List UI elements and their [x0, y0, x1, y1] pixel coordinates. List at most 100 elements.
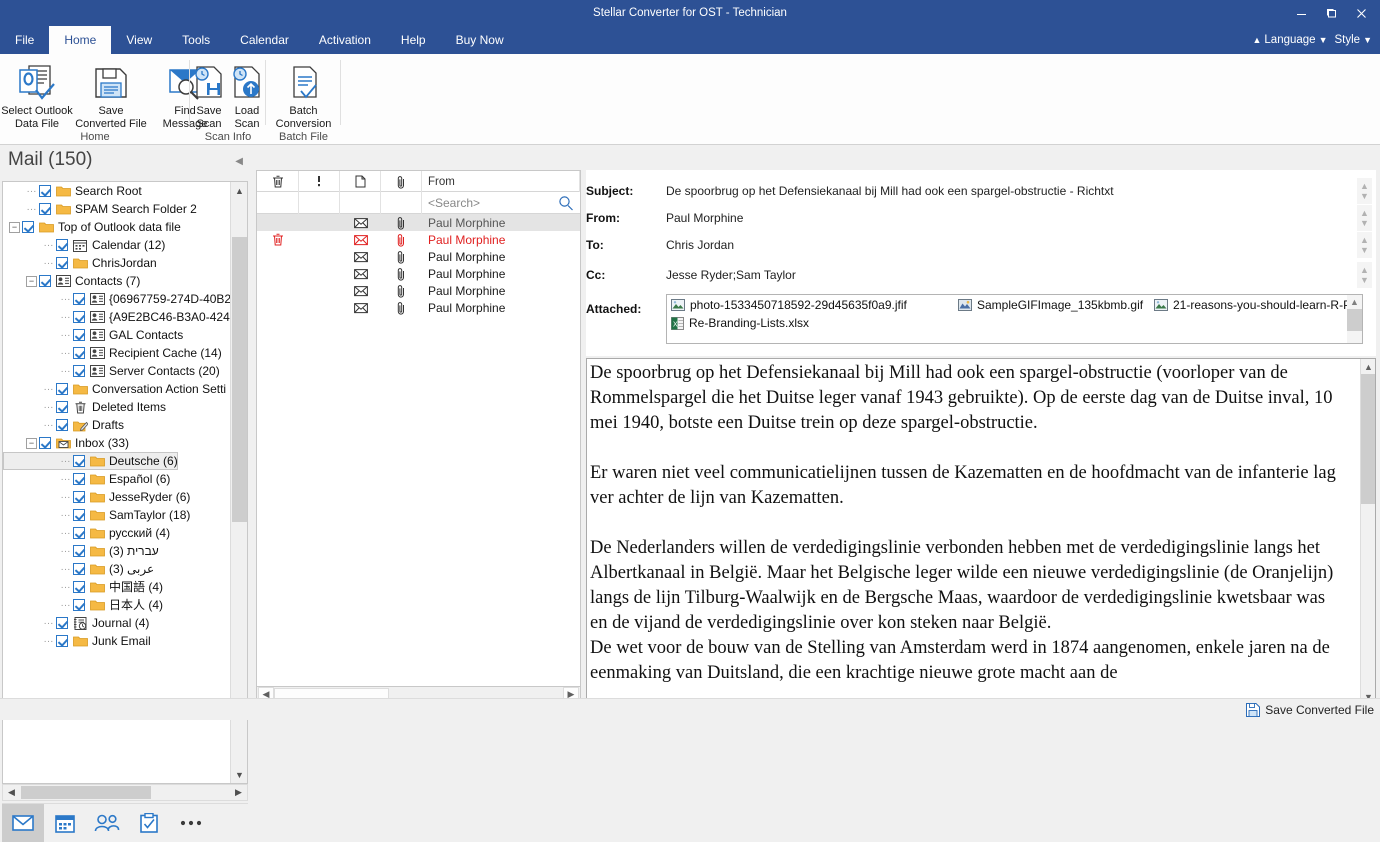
folder-tree-item[interactable]: ··· 中国語 (4) [3, 578, 231, 596]
folder-checkbox[interactable] [39, 203, 51, 215]
tree-collapse-toggle[interactable]: − [26, 437, 37, 449]
folder-checkbox[interactable] [73, 599, 85, 611]
tab-file[interactable]: File [0, 26, 49, 54]
folder-checkbox[interactable] [73, 527, 85, 539]
folder-checkbox[interactable] [73, 509, 85, 521]
batch-conversion-button[interactable]: Batch Conversion [266, 57, 341, 130]
folder-checkbox[interactable] [73, 455, 85, 467]
tab-tools[interactable]: Tools [167, 26, 225, 54]
folder-tree-horizontal-scrollbar[interactable]: ◀ ▶ [2, 784, 248, 801]
folder-tree-item[interactable]: ··· עברית (3) [3, 542, 231, 560]
folder-tree-item[interactable]: ··· Deutsche (6) [3, 452, 178, 470]
style-menu[interactable]: Style ▼ [1333, 34, 1375, 46]
scrollbar-thumb[interactable] [1361, 374, 1375, 504]
subject-field-spinner[interactable]: ▲ ▼ [1357, 178, 1372, 204]
folder-tree-item[interactable]: ··· JesseRyder (6) [3, 488, 231, 506]
message-row[interactable]: Paul Morphine [257, 214, 580, 231]
column-header-document[interactable] [340, 171, 381, 192]
language-menu[interactable]: ▲ Language ▼ [1250, 34, 1329, 46]
nav-tasks-button[interactable] [128, 804, 170, 842]
folder-checkbox[interactable] [56, 419, 68, 431]
folder-checkbox[interactable] [73, 347, 85, 359]
folder-checkbox[interactable] [73, 293, 85, 305]
folder-checkbox[interactable] [73, 473, 85, 485]
message-body-scrollbar[interactable]: ▲ ▼ [1360, 359, 1375, 704]
folder-checkbox[interactable] [73, 545, 85, 557]
tab-buy-now[interactable]: Buy Now [441, 26, 519, 54]
scroll-left-icon[interactable]: ◀ [3, 785, 20, 800]
folder-tree-item[interactable]: ··· Español (6) [3, 470, 231, 488]
column-header-from[interactable]: From [422, 171, 580, 192]
attachment-item[interactable]: 21-reasons-you-should-learn-R-Pyth [1154, 298, 1362, 312]
folder-tree-item[interactable]: ··· Conversation Action Setti [3, 380, 231, 398]
folder-checkbox[interactable] [39, 185, 51, 197]
save-converted-file-status-button[interactable]: Save Converted File [1246, 700, 1374, 720]
attachment-item[interactable]: photo-1533450718592-29d45635f0a9.jfif [671, 298, 907, 312]
folder-checkbox[interactable] [73, 311, 85, 323]
folder-checkbox[interactable] [22, 221, 34, 233]
restore-button[interactable] [1316, 1, 1346, 25]
message-row[interactable]: Paul Morphine [257, 231, 580, 248]
folder-tree-item[interactable]: ··· {06967759-274D-40B2- [3, 290, 232, 308]
tab-activation[interactable]: Activation [304, 26, 386, 54]
folder-tree-item[interactable]: ··· Server Contacts (20) [3, 362, 231, 380]
folder-tree-item[interactable]: ··· Search Root [3, 182, 231, 200]
folder-checkbox[interactable] [56, 383, 68, 395]
tree-collapse-toggle[interactable]: − [9, 221, 20, 233]
column-header-attachment[interactable] [381, 171, 422, 192]
folder-tree-item[interactable]: ··· Deleted Items [3, 398, 231, 416]
nav-calendar-button[interactable] [44, 804, 86, 842]
scrollbar-thumb[interactable] [232, 237, 247, 522]
scrollbar-thumb[interactable] [21, 786, 151, 799]
folder-tree-item[interactable]: ··· Calendar (12) [3, 236, 231, 254]
folder-checkbox[interactable] [56, 635, 68, 647]
folder-checkbox[interactable] [73, 581, 85, 593]
folder-tree-item[interactable]: ··· Recipient Cache (14) [3, 344, 231, 362]
folder-tree-item[interactable]: ··· Drafts [3, 416, 231, 434]
folder-checkbox[interactable] [39, 275, 51, 287]
search-icon[interactable] [558, 195, 574, 211]
minimize-button[interactable] [1286, 1, 1316, 25]
tab-help[interactable]: Help [386, 26, 441, 54]
save-scan-button[interactable]: Save Scan [190, 57, 228, 130]
tab-home[interactable]: Home [49, 26, 112, 54]
search-input[interactable]: <Search> [422, 192, 580, 213]
scroll-up-icon[interactable]: ▲ [231, 182, 247, 199]
scroll-up-icon[interactable]: ▲ [1361, 359, 1375, 374]
folder-tree-item[interactable]: − Contacts (7) [3, 272, 231, 290]
folder-checkbox[interactable] [73, 563, 85, 575]
folder-tree-item[interactable]: ··· 日本人 (4) [3, 596, 231, 614]
folder-checkbox[interactable] [73, 329, 85, 341]
folder-tree-item[interactable]: ··· русский (4) [3, 524, 231, 542]
tab-calendar[interactable]: Calendar [225, 26, 304, 54]
folder-tree-item[interactable]: ··· SPAM Search Folder 2 [3, 200, 231, 218]
folder-tree-vertical-scrollbar[interactable]: ▲ ▼ [230, 182, 247, 783]
attachment-item[interactable]: SampleGIFImage_135kbmb.gif [958, 298, 1143, 312]
folder-checkbox[interactable] [39, 437, 51, 449]
folder-tree-item[interactable]: ··· {A9E2BC46-B3A0-4243 [3, 308, 232, 326]
folder-tree-item[interactable]: ··· SamTaylor (18) [3, 506, 231, 524]
column-header-deleted[interactable] [257, 171, 299, 192]
nav-mail-button[interactable] [2, 803, 44, 842]
cc-field-spinner[interactable]: ▲ ▼ [1357, 262, 1372, 288]
message-row[interactable]: Paul Morphine [257, 248, 580, 265]
folder-tree-item[interactable]: ··· عربى (3) [3, 560, 231, 578]
scrollbar-thumb[interactable] [1347, 309, 1362, 331]
attachment-scrollbar[interactable]: ▲ [1347, 295, 1362, 343]
folder-checkbox[interactable] [73, 491, 85, 503]
folder-tree-item[interactable]: ··· Junk Email [3, 632, 231, 650]
tab-view[interactable]: View [111, 26, 167, 54]
attachment-item[interactable]: X Re-Branding-Lists.xlsx [671, 316, 809, 330]
collapse-sidebar-button[interactable]: ◀ [235, 156, 243, 167]
select-outlook-data-file-button[interactable]: Select Outlook Data File [0, 57, 74, 130]
tree-collapse-toggle[interactable]: − [26, 275, 37, 287]
folder-checkbox[interactable] [56, 239, 68, 251]
folder-checkbox[interactable] [56, 401, 68, 413]
nav-people-button[interactable] [86, 804, 128, 842]
scroll-down-icon[interactable]: ▼ [231, 766, 247, 783]
folder-tree-item[interactable]: ··· GAL Contacts [3, 326, 231, 344]
load-scan-button[interactable]: Load Scan [228, 57, 266, 130]
folder-tree-item[interactable]: ··· ChrisJordan [3, 254, 231, 272]
save-converted-file-button[interactable]: Save Converted File [74, 57, 148, 130]
from-field-spinner[interactable]: ▲ ▼ [1357, 205, 1372, 231]
